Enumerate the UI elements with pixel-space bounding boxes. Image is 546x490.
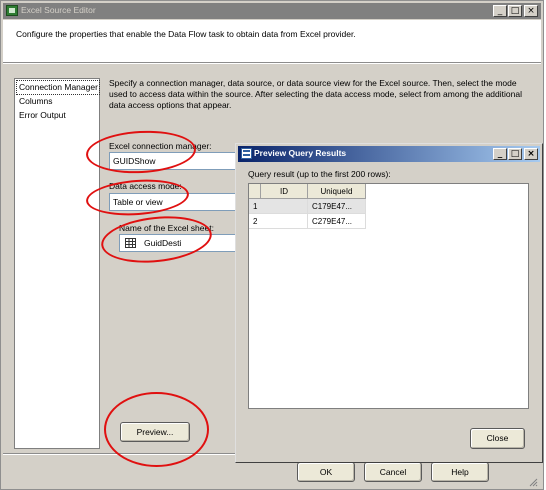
window-title: Excel Source Editor [21, 5, 96, 15]
access-mode-dropdown[interactable]: Table or view [109, 193, 239, 211]
ok-button[interactable]: OK [297, 462, 355, 482]
grid-cell-uniqueid[interactable]: C279E47... [308, 214, 366, 229]
grid-header-uniqueid[interactable]: UniqueId [308, 184, 366, 199]
maximize-button[interactable]: □ [508, 5, 522, 17]
grid-header-id[interactable]: ID [261, 184, 308, 199]
sheet-name-dropdown[interactable]: GuidDesti [119, 234, 239, 252]
nav-item-columns[interactable]: Columns [17, 95, 53, 108]
query-result-label: Query result (up to the first 200 rows): [248, 169, 391, 179]
preview-maximize-button[interactable]: □ [508, 148, 522, 160]
sheet-name-label: Name of the Excel sheet: [119, 223, 214, 233]
left-nav-list: Connection Manager Columns Error Output [14, 78, 100, 449]
grid-cell-uniqueid[interactable]: C179E47... [308, 199, 366, 214]
results-grid[interactable]: ID UniqueId 1 C179E47... 2 C279E47... [248, 183, 529, 409]
grid-cell-id[interactable]: 1 [249, 199, 308, 214]
preview-minimize-button[interactable]: _ [493, 148, 507, 160]
table-icon [125, 238, 136, 248]
preview-title: Preview Query Results [254, 148, 347, 158]
header-description-area: Configure the properties that enable the… [3, 20, 541, 62]
cancel-button[interactable]: Cancel [364, 462, 422, 482]
nav-item-connection-manager[interactable]: Connection Manager [16, 80, 100, 95]
resize-grip[interactable] [528, 477, 538, 487]
header-divider-highlight [3, 63, 541, 64]
preview-query-results-window: Preview Query Results _ □ × Query result… [235, 143, 543, 463]
close-button[interactable]: Close [470, 428, 525, 449]
help-button[interactable]: Help [431, 462, 489, 482]
panel-instructions: Specify a connection manager, data sourc… [109, 78, 522, 110]
preview-button[interactable]: Preview... [120, 422, 190, 442]
connection-manager-field[interactable]: GUIDShow [109, 152, 239, 170]
connection-manager-label: Excel connection manager: [109, 141, 212, 151]
app-icon [6, 5, 18, 16]
grid-corner-header [249, 184, 261, 199]
main-titlebar: Excel Source Editor _ □ × [3, 3, 541, 19]
header-description: Configure the properties that enable the… [16, 29, 356, 39]
preview-close-x-button[interactable]: × [524, 148, 538, 160]
close-button[interactable]: × [524, 5, 538, 17]
sheet-name-value: GuidDesti [144, 238, 182, 248]
preview-titlebar: Preview Query Results _ □ × [238, 146, 540, 162]
grid-cell-id[interactable]: 2 [249, 214, 308, 229]
access-mode-label: Data access mode: [109, 181, 182, 191]
minimize-button[interactable]: _ [493, 5, 507, 17]
preview-window-icon [241, 148, 252, 159]
resize-grip-icon [529, 478, 538, 487]
nav-item-error-output[interactable]: Error Output [17, 109, 66, 122]
